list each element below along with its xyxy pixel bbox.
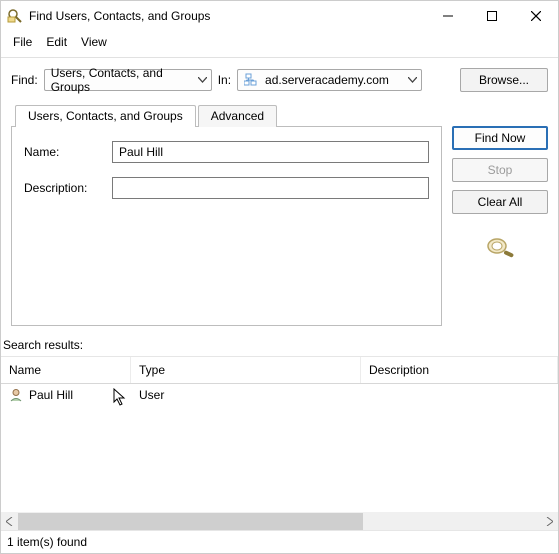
minimize-button[interactable] xyxy=(426,1,470,31)
magnifier-icon xyxy=(483,234,517,262)
stop-button[interactable]: Stop xyxy=(452,158,548,182)
in-label: In: xyxy=(218,73,231,87)
row-name: Paul Hill xyxy=(29,388,73,402)
results-panel: Name Type Description Paul Hill User xyxy=(1,356,558,530)
col-description[interactable]: Description xyxy=(361,357,558,383)
titlebar: Find Users, Contacts, and Groups xyxy=(1,1,558,31)
app-icon xyxy=(7,8,23,24)
chevron-down-icon xyxy=(408,77,417,83)
content: Find: Users, Contacts, and Groups In: ad… xyxy=(1,58,558,330)
name-input[interactable] xyxy=(112,141,429,163)
close-button[interactable] xyxy=(514,1,558,31)
description-label: Description: xyxy=(24,181,112,195)
find-row: Find: Users, Contacts, and Groups In: ad… xyxy=(11,68,548,92)
scroll-left-icon[interactable] xyxy=(1,513,18,530)
scroll-track[interactable] xyxy=(18,513,541,530)
mid: Users, Contacts, and Groups Advanced Nam… xyxy=(11,104,548,326)
clear-all-button[interactable]: Clear All xyxy=(452,190,548,214)
results-grid: Name Type Description Paul Hill User xyxy=(1,357,558,512)
window: Find Users, Contacts, and Groups File Ed… xyxy=(0,0,559,554)
status-text: 1 item(s) found xyxy=(7,535,87,549)
user-icon xyxy=(9,388,23,402)
find-now-button[interactable]: Find Now xyxy=(452,126,548,150)
find-combo[interactable]: Users, Contacts, and Groups xyxy=(44,69,212,91)
row-type: User xyxy=(139,388,164,402)
tab-advanced[interactable]: Advanced xyxy=(198,105,277,127)
in-combo-value: ad.serveracademy.com xyxy=(265,73,389,87)
menu-view[interactable]: View xyxy=(75,33,113,51)
description-input[interactable] xyxy=(112,177,429,199)
col-name[interactable]: Name xyxy=(1,357,131,383)
scroll-thumb[interactable] xyxy=(18,513,363,530)
window-title: Find Users, Contacts, and Groups xyxy=(29,9,426,23)
table-row[interactable]: Paul Hill User xyxy=(1,384,558,406)
tab-ucg[interactable]: Users, Contacts, and Groups xyxy=(15,105,196,127)
results-label: Search results: xyxy=(1,330,558,356)
side-actions: Find Now Stop Clear All xyxy=(452,104,548,326)
maximize-button[interactable] xyxy=(470,1,514,31)
menu-file[interactable]: File xyxy=(7,33,38,51)
grid-header: Name Type Description xyxy=(1,357,558,384)
menu-edit[interactable]: Edit xyxy=(40,33,73,51)
status-bar: 1 item(s) found xyxy=(1,530,558,553)
chevron-down-icon xyxy=(198,77,207,83)
domain-icon xyxy=(244,73,260,87)
in-combo[interactable]: ad.serveracademy.com xyxy=(237,69,422,91)
name-label: Name: xyxy=(24,145,112,159)
form-panel: Name: Description: xyxy=(11,126,442,326)
find-label: Find: xyxy=(11,73,38,87)
col-type[interactable]: Type xyxy=(131,357,361,383)
menubar: File Edit View xyxy=(1,31,558,58)
browse-button[interactable]: Browse... xyxy=(460,68,548,92)
tabstrip: Users, Contacts, and Groups Advanced xyxy=(11,105,442,127)
tabs-and-form: Users, Contacts, and Groups Advanced Nam… xyxy=(11,104,442,326)
find-combo-value: Users, Contacts, and Groups xyxy=(51,66,192,94)
scroll-right-icon[interactable] xyxy=(541,513,558,530)
h-scrollbar[interactable] xyxy=(1,512,558,530)
